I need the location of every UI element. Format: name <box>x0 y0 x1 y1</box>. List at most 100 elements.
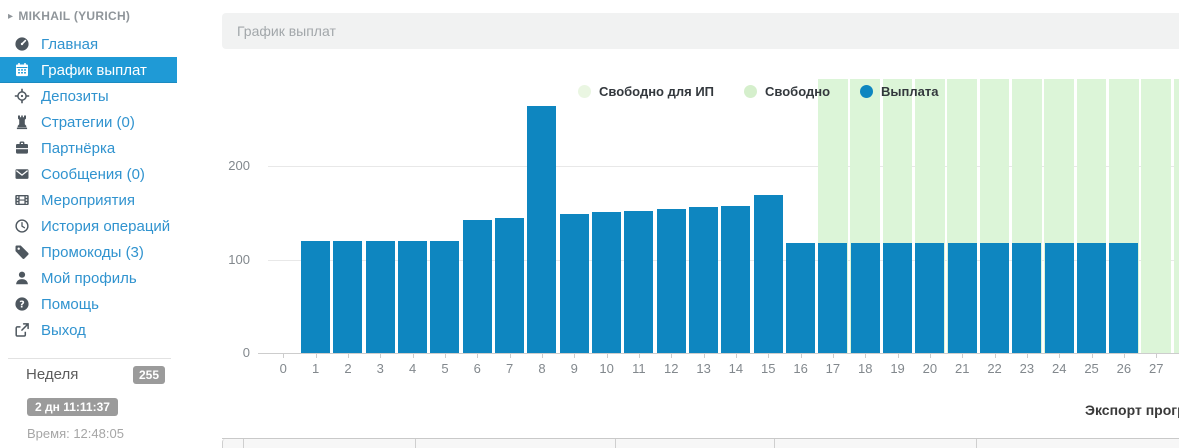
x-axis-tick <box>833 354 834 358</box>
x-axis-label: 15 <box>752 361 784 376</box>
payment-bar-20[interactable] <box>915 243 944 353</box>
briefcase-icon <box>14 140 31 156</box>
payment-bar-23[interactable] <box>1012 243 1041 353</box>
user-menu[interactable]: ▸MIKHAIL (YURICH) <box>8 9 130 23</box>
payment-bar-22[interactable] <box>980 243 1009 353</box>
sidebar-item-1[interactable]: Главная <box>0 31 177 57</box>
x-axis-tick <box>995 354 996 358</box>
x-axis-tick <box>477 354 478 358</box>
payment-bar-6[interactable] <box>463 220 492 353</box>
x-axis-tick <box>445 354 446 358</box>
payment-bar-9[interactable] <box>560 214 589 353</box>
sidebar-item-3[interactable]: Депозиты <box>0 83 177 109</box>
sidebar-item-12[interactable]: Выход <box>0 317 177 343</box>
payment-bar-26[interactable] <box>1109 243 1138 353</box>
sidebar-item-10[interactable]: Мой профиль <box>0 265 177 291</box>
logout-icon <box>14 322 31 338</box>
payment-bar-19[interactable] <box>883 243 912 353</box>
legend-item-3[interactable]: Выплата <box>860 84 938 99</box>
calendar-icon <box>14 62 31 78</box>
payment-bar-18[interactable] <box>851 243 880 353</box>
x-axis-tick <box>671 354 672 358</box>
free-band-bar-27[interactable] <box>1141 79 1171 353</box>
x-axis-label: 26 <box>1108 361 1140 376</box>
x-axis-tick <box>962 354 963 358</box>
legend-dot-icon <box>578 85 591 98</box>
rook-icon <box>14 114 31 130</box>
table-header-cell <box>244 439 416 448</box>
x-axis-label: 8 <box>526 361 558 376</box>
x-axis-tick <box>1156 354 1157 358</box>
x-axis-tick <box>898 354 899 358</box>
payment-bar-17[interactable] <box>818 243 847 353</box>
payment-bar-15[interactable] <box>754 195 783 353</box>
sidebar-item-9[interactable]: Промокоды (3) <box>0 239 177 265</box>
sidebar-item-11[interactable]: ?Помощь <box>0 291 177 317</box>
payment-bar-13[interactable] <box>689 207 718 353</box>
sidebar-item-4[interactable]: Стратегии (0) <box>0 109 177 135</box>
payment-bar-2[interactable] <box>333 241 362 353</box>
x-axis-tick <box>574 354 575 358</box>
payment-bar-25[interactable] <box>1077 243 1106 353</box>
payment-bar-16[interactable] <box>786 243 815 353</box>
sidebar-item-6[interactable]: Сообщения (0) <box>0 161 177 187</box>
legend-item-2[interactable]: Свободно <box>744 84 830 99</box>
payment-bar-3[interactable] <box>366 241 395 353</box>
x-axis-label: 9 <box>558 361 590 376</box>
user-name: MIKHAIL (YURICH) <box>18 9 130 23</box>
sidebar-item-8[interactable]: История операций <box>0 213 177 239</box>
payment-bar-4[interactable] <box>398 241 427 353</box>
x-axis-tick <box>865 354 866 358</box>
payment-bar-14[interactable] <box>721 206 750 353</box>
payment-bar-1[interactable] <box>301 241 330 353</box>
x-axis-tick <box>1124 354 1125 358</box>
sidebar-item-label: Мой профиль <box>41 270 137 287</box>
x-axis-label: 12 <box>655 361 687 376</box>
table-header-cell <box>775 439 977 448</box>
table-header-row <box>222 438 1179 448</box>
payment-bar-5[interactable] <box>430 241 459 353</box>
legend-dot-icon <box>744 85 757 98</box>
crosshair-icon <box>14 88 31 104</box>
week-label: Неделя <box>26 366 78 383</box>
legend-item-1[interactable]: Свободно для ИП <box>578 84 714 99</box>
sidebar-item-2[interactable]: График выплат <box>0 57 177 83</box>
x-axis-tick <box>930 354 931 358</box>
sidebar-item-label: Промокоды (3) <box>41 244 144 261</box>
sidebar-nav: ГлавнаяГрафик выплатДепозитыСтратегии (0… <box>0 31 210 343</box>
payment-bar-7[interactable] <box>495 218 524 353</box>
x-axis-label: 5 <box>429 361 461 376</box>
payment-bar-10[interactable] <box>592 212 621 353</box>
x-axis-line <box>258 353 1179 354</box>
x-axis-tick <box>510 354 511 358</box>
envelope-icon <box>14 166 31 182</box>
sidebar-item-label: Сообщения (0) <box>41 166 145 183</box>
sidebar-item-label: Партнёрка <box>41 140 115 157</box>
export-link[interactable]: Экспорт програ <box>1085 402 1179 418</box>
free-band-bar-28[interactable] <box>1174 79 1179 353</box>
payment-bar-8[interactable] <box>527 106 556 353</box>
payment-bar-11[interactable] <box>624 211 653 353</box>
countdown-badge: 2 дн 11:11:37 <box>27 398 118 416</box>
payment-bar-21[interactable] <box>948 243 977 353</box>
x-axis-label: 20 <box>914 361 946 376</box>
sidebar-item-7[interactable]: Мероприятия <box>0 187 177 213</box>
x-axis-tick <box>283 354 284 358</box>
x-axis-label: 14 <box>720 361 752 376</box>
panel-header: График выплат <box>222 13 1179 49</box>
x-axis-tick <box>704 354 705 358</box>
y-axis-label: 100 <box>200 252 250 267</box>
y-axis-label: 200 <box>200 158 250 173</box>
y-axis-label: 0 <box>200 345 250 360</box>
question-icon: ? <box>14 296 31 312</box>
x-axis-tick <box>768 354 769 358</box>
sidebar-item-5[interactable]: Партнёрка <box>0 135 177 161</box>
x-axis-label: 21 <box>946 361 978 376</box>
x-axis-label: 10 <box>591 361 623 376</box>
payment-bar-12[interactable] <box>657 209 686 353</box>
film-icon <box>14 192 31 208</box>
x-axis-label: 11 <box>623 361 655 376</box>
payment-bar-24[interactable] <box>1045 243 1074 353</box>
x-axis-label: 13 <box>688 361 720 376</box>
dashboard-icon <box>14 36 31 52</box>
